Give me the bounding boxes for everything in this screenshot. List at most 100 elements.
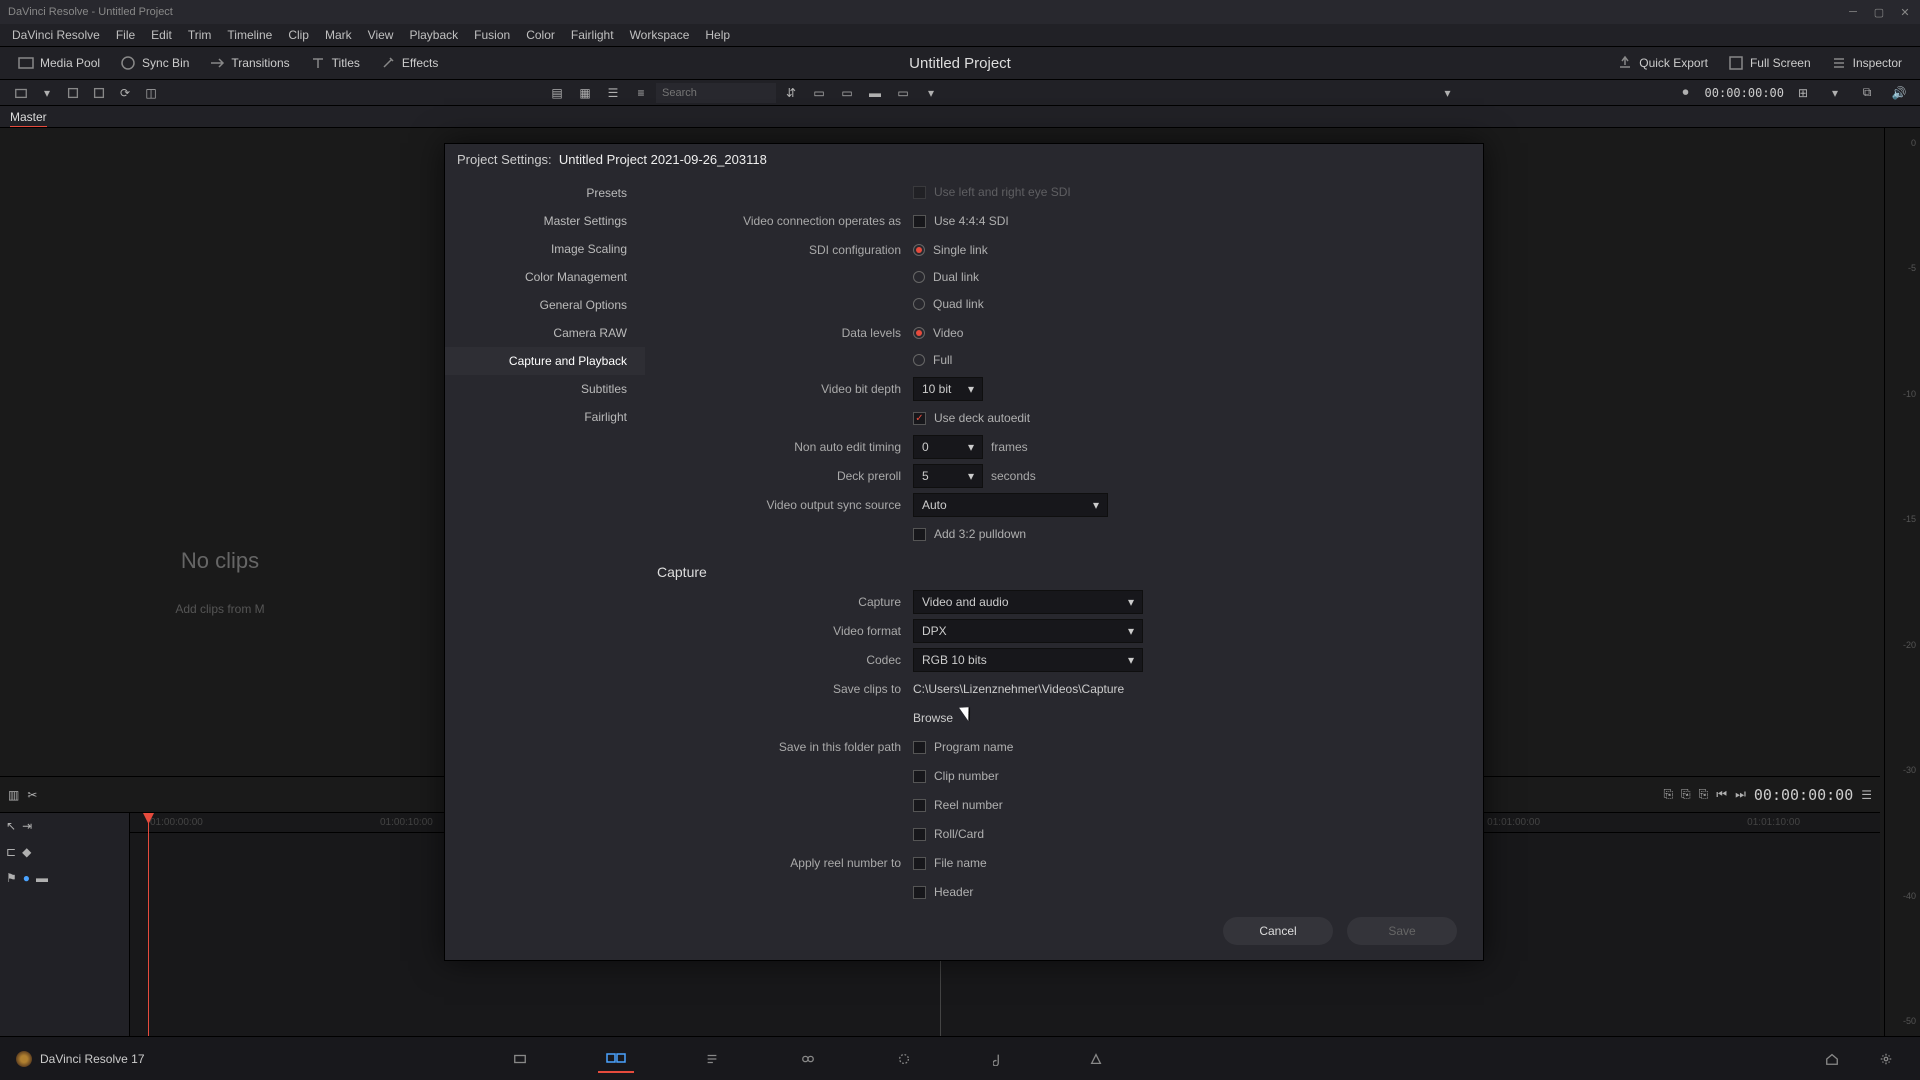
- flag-icon[interactable]: ⚑: [6, 871, 17, 885]
- cut-page-button[interactable]: [598, 1045, 634, 1073]
- program-name-checkbox[interactable]: [913, 741, 926, 754]
- full-screen-button[interactable]: Full Screen: [1718, 51, 1821, 75]
- sidebar-item-capture-playback[interactable]: Capture and Playback: [445, 347, 645, 375]
- use-deck-autoedit-checkbox[interactable]: [913, 412, 926, 425]
- transitions-button[interactable]: Transitions: [199, 51, 299, 75]
- settings-gear-button[interactable]: [1868, 1045, 1904, 1073]
- video-bit-depth-select[interactable]: 10 bit▾: [913, 377, 983, 401]
- replace-icon[interactable]: ⎘: [1699, 787, 1709, 802]
- speaker-icon[interactable]: 🔊: [1888, 82, 1910, 104]
- capture-select[interactable]: Video and audio▾: [913, 590, 1143, 614]
- menu-mark[interactable]: Mark: [317, 28, 360, 42]
- list-view-icon[interactable]: ☰: [602, 82, 624, 104]
- save-button[interactable]: Save: [1347, 917, 1457, 945]
- titles-button[interactable]: Titles: [300, 51, 370, 75]
- sdi-single-radio[interactable]: [913, 244, 925, 256]
- reel-header-checkbox[interactable]: [913, 886, 926, 899]
- close-button[interactable]: ✕: [1898, 5, 1912, 19]
- video-format-select[interactable]: DPX▾: [913, 619, 1143, 643]
- menu-trim[interactable]: Trim: [180, 28, 220, 42]
- fusion-page-button[interactable]: [790, 1045, 826, 1073]
- sidebar-item-master[interactable]: Master Settings: [445, 207, 645, 235]
- menu-help[interactable]: Help: [697, 28, 738, 42]
- data-levels-video-radio[interactable]: [913, 327, 925, 339]
- maximize-button[interactable]: ▢: [1872, 5, 1886, 19]
- quick-export-button[interactable]: Quick Export: [1607, 51, 1718, 75]
- video-output-sync-select[interactable]: Auto▾: [913, 493, 1108, 517]
- color-icon[interactable]: ●: [23, 871, 30, 885]
- next-icon[interactable]: ⏭: [1735, 787, 1746, 802]
- non-auto-select[interactable]: 0▾: [913, 435, 983, 459]
- marker-icon[interactable]: ◆: [22, 845, 31, 859]
- clip-number-checkbox[interactable]: [913, 770, 926, 783]
- insert-icon[interactable]: ⎘: [1663, 787, 1673, 802]
- trim-tool-icon[interactable]: ⇥: [22, 819, 32, 833]
- master-tab[interactable]: Master: [10, 110, 47, 127]
- sidebar-item-presets[interactable]: Presets: [445, 179, 645, 207]
- bin-icon[interactable]: [62, 82, 84, 104]
- sync-bin-button[interactable]: Sync Bin: [110, 51, 199, 75]
- overwrite-icon[interactable]: ⎘: [1681, 787, 1691, 802]
- media-page-button[interactable]: [502, 1045, 538, 1073]
- sdi-quad-radio[interactable]: [913, 298, 925, 310]
- fairlight-page-button[interactable]: [982, 1045, 1018, 1073]
- sidebar-item-fairlight[interactable]: Fairlight: [445, 403, 645, 431]
- deliver-page-button[interactable]: [1078, 1045, 1114, 1073]
- menu-edit[interactable]: Edit: [143, 28, 180, 42]
- razor-icon[interactable]: ✂: [27, 788, 37, 802]
- search-input[interactable]: [656, 83, 776, 103]
- menu-fusion[interactable]: Fusion: [466, 28, 518, 42]
- reel-number-checkbox[interactable]: [913, 799, 926, 812]
- effects-button[interactable]: Effects: [370, 51, 448, 75]
- bin2-icon[interactable]: [88, 82, 110, 104]
- track-headers[interactable]: ↖ ⇥ ⊏ ◆ ⚑ ● ▬: [0, 813, 130, 1036]
- sidebar-item-general[interactable]: General Options: [445, 291, 645, 319]
- reel-filename-checkbox[interactable]: [913, 857, 926, 870]
- menu-clip[interactable]: Clip: [280, 28, 317, 42]
- chevron-down4-icon[interactable]: ▾: [1824, 82, 1846, 104]
- crop-icon[interactable]: ◫: [140, 82, 162, 104]
- media-pool-button[interactable]: Media Pool: [8, 51, 110, 75]
- menu-timeline[interactable]: Timeline: [219, 28, 280, 42]
- menu-playback[interactable]: Playback: [401, 28, 466, 42]
- tl-view-icon[interactable]: ▥: [8, 788, 19, 802]
- data-levels-full-radio[interactable]: [913, 354, 925, 366]
- sidebar-item-image-scaling[interactable]: Image Scaling: [445, 235, 645, 263]
- view-a-icon[interactable]: ▭: [808, 82, 830, 104]
- inspector-button[interactable]: Inspector: [1821, 51, 1912, 75]
- deck-preroll-select[interactable]: 5▾: [913, 464, 983, 488]
- cancel-button[interactable]: Cancel: [1223, 917, 1333, 945]
- grid-view-icon[interactable]: ▦: [574, 82, 596, 104]
- record-icon[interactable]: ⏺: [1675, 82, 1697, 104]
- list2-view-icon[interactable]: ≡: [630, 82, 652, 104]
- menu-color[interactable]: Color: [518, 28, 563, 42]
- prev-icon[interactable]: ⏮: [1716, 787, 1727, 802]
- home-button[interactable]: [1814, 1045, 1850, 1073]
- mute-icon[interactable]: ▬: [36, 871, 48, 885]
- add-32-checkbox[interactable]: [913, 528, 926, 541]
- menu-fairlight[interactable]: Fairlight: [563, 28, 622, 42]
- settings-content[interactable]: Use left and right eye SDI Video connect…: [645, 175, 1483, 902]
- roll-card-checkbox[interactable]: [913, 828, 926, 841]
- snap-icon[interactable]: ⊏: [6, 845, 16, 859]
- view-b-icon[interactable]: ▭: [836, 82, 858, 104]
- refresh-icon[interactable]: ⟳: [114, 82, 136, 104]
- chevron-down-icon[interactable]: ▾: [36, 82, 58, 104]
- tl-menu-icon[interactable]: ☰: [1861, 788, 1872, 802]
- sidebar-item-subtitles[interactable]: Subtitles: [445, 375, 645, 403]
- sort-icon[interactable]: ⇵: [780, 82, 802, 104]
- view-d-icon[interactable]: ▭: [892, 82, 914, 104]
- edit-page-button[interactable]: [694, 1045, 730, 1073]
- codec-select[interactable]: RGB 10 bits▾: [913, 648, 1143, 672]
- view-c-icon[interactable]: ▬: [864, 82, 886, 104]
- menu-view[interactable]: View: [360, 28, 402, 42]
- sdi-dual-radio[interactable]: [913, 271, 925, 283]
- menu-davinci[interactable]: DaVinci Resolve: [4, 28, 108, 42]
- chevron-down3-icon[interactable]: ▾: [1437, 82, 1459, 104]
- menu-file[interactable]: File: [108, 28, 143, 42]
- use-444-checkbox[interactable]: [913, 215, 926, 228]
- browse-button[interactable]: Browse: [913, 711, 953, 725]
- menu-workspace[interactable]: Workspace: [622, 28, 698, 42]
- strip-view-icon[interactable]: ▤: [546, 82, 568, 104]
- chevron-down2-icon[interactable]: ▾: [920, 82, 942, 104]
